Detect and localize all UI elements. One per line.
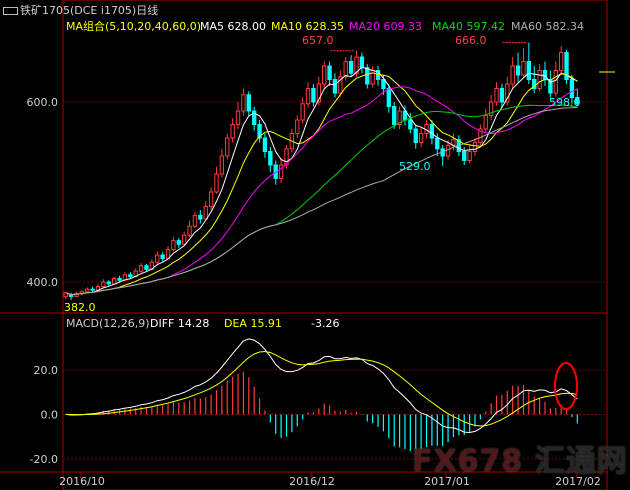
candle-body	[365, 67, 370, 85]
candle-body	[332, 79, 338, 94]
annotation-last: 598.0	[549, 96, 581, 109]
macd-tick-label: 20.0	[34, 364, 59, 377]
annotation-high-2: 666.0	[455, 34, 487, 47]
candle-body	[225, 137, 230, 157]
candle-body	[359, 56, 365, 69]
macd-value: -3.26	[311, 317, 340, 330]
candle-body	[155, 254, 160, 263]
candle-body	[198, 214, 203, 220]
macd-tick-label: 0.0	[41, 408, 59, 421]
chart-canvas[interactable]: 400.0600.020.00.0-20.02016/10 2016/12 2017…	[0, 0, 630, 490]
candle-body	[483, 115, 488, 130]
macd-dea: DEA 15.91	[224, 317, 282, 330]
macd-diff-line	[65, 338, 578, 434]
candle-body	[392, 106, 397, 125]
time-tick-label: 2016/10	[59, 475, 105, 488]
candle-body	[219, 155, 225, 175]
candle-body	[176, 240, 181, 245]
candle-body	[262, 137, 268, 152]
ma20-value: MA20 609.33	[349, 20, 422, 33]
candle-body	[208, 191, 214, 207]
candle-body	[171, 240, 176, 251]
candle-body	[106, 281, 111, 285]
candle-body	[111, 277, 117, 285]
candle-body	[311, 88, 316, 103]
candle-body	[246, 94, 251, 112]
candle-body	[462, 151, 467, 161]
candle-body	[295, 119, 300, 134]
candle-body	[418, 133, 424, 143]
ma-line-ma10	[65, 72, 578, 296]
candle-body	[305, 88, 311, 105]
candle-body	[494, 88, 499, 103]
chart-title: 铁矿1705(DCE i1705)日线	[20, 4, 159, 17]
candle-body	[322, 65, 327, 85]
candle-body	[343, 61, 348, 78]
chart-window: 400.0 600.0 20.0 0.0 -20.0 2016/10 2016/12 2017…	[0, 0, 630, 490]
ma40-value: MA40 597.42	[432, 20, 505, 33]
candle-body	[128, 274, 133, 278]
candle-body	[515, 65, 521, 76]
candle-body	[230, 124, 235, 139]
candle-body	[510, 65, 515, 85]
candle-body	[553, 70, 558, 94]
candle-body	[85, 288, 90, 293]
candle-body	[241, 94, 246, 112]
candle-body	[386, 88, 391, 107]
candle-body	[413, 128, 418, 143]
candle-body	[467, 151, 472, 161]
ma-line-ma20	[65, 86, 578, 296]
candle-body	[214, 173, 219, 193]
candle-body	[472, 142, 478, 152]
candle-body	[429, 124, 435, 139]
candle-body	[435, 137, 440, 150]
time-tick-label: 2016/12	[289, 475, 335, 488]
ma5-value: MA5 628.00	[200, 20, 266, 33]
candle-body	[90, 288, 95, 291]
candle-body	[117, 277, 122, 281]
candle-body	[187, 225, 192, 236]
annotation-high-1: 657.0	[302, 34, 334, 47]
candle-body	[542, 70, 548, 80]
macd-tick-label: -20.0	[30, 453, 58, 466]
candle-body	[526, 61, 532, 80]
ma-group-label[interactable]: MA组合(5,10,20,40,60,0)	[66, 21, 201, 33]
candle-body	[408, 119, 413, 130]
watermark: FX678 汇通网	[412, 444, 628, 479]
macd-label[interactable]: MACD(12,26,9)	[66, 318, 150, 330]
candle-body	[499, 88, 505, 103]
candle-body	[235, 110, 241, 125]
candle-body	[521, 61, 526, 76]
candle-body	[558, 52, 564, 71]
candle-body	[381, 79, 386, 89]
price-tick-label: 600.0	[27, 96, 59, 109]
candle-body	[138, 265, 144, 272]
candle-body	[182, 234, 187, 245]
candle-body	[192, 214, 198, 227]
candle-body	[569, 79, 575, 98]
candle-body	[203, 205, 208, 220]
ma60-value: MA60 582.34	[511, 20, 584, 33]
ma10-value: MA10 628.35	[271, 20, 344, 33]
annotation-start: 382.0	[64, 301, 96, 314]
candle-body	[348, 61, 354, 74]
highlight-circle	[554, 362, 578, 410]
price-tick-label: 400.0	[27, 276, 59, 289]
candle-body	[144, 265, 149, 270]
candle-body	[537, 70, 542, 89]
candle-body	[300, 103, 305, 121]
candle-body	[101, 281, 106, 287]
candle-body	[160, 254, 165, 260]
panel-toggle-icon[interactable]	[3, 7, 18, 15]
annotation-low-1: 529.0	[399, 160, 431, 173]
candle-body	[327, 65, 332, 80]
macd-diff: DIFF 14.28	[150, 317, 210, 330]
candle-body	[268, 151, 273, 166]
